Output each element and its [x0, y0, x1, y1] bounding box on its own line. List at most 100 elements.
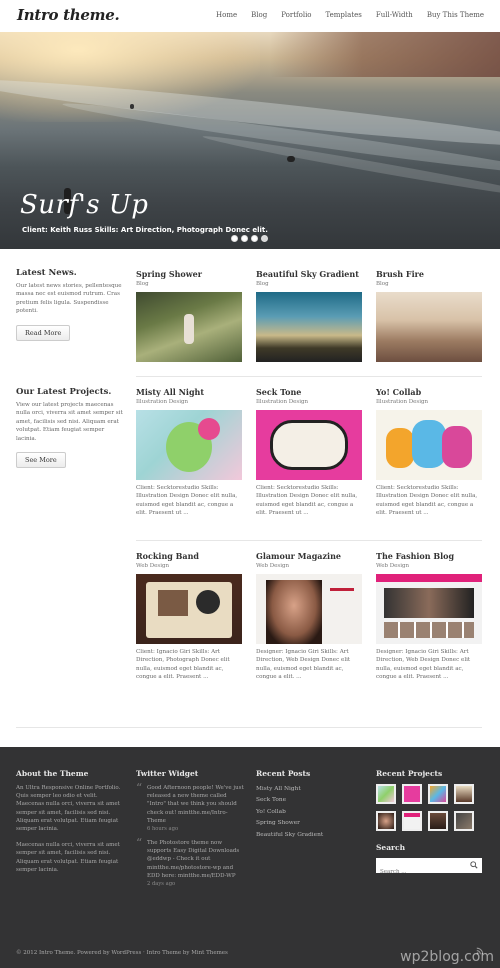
slider-dot-active[interactable]	[261, 235, 268, 242]
tweet-time[interactable]: 2 days ago	[147, 881, 246, 887]
card-excerpt: Client: Secktorestudio Skills: Illustrat…	[136, 485, 238, 516]
card-title[interactable]: Spring Shower	[136, 269, 242, 279]
card-title[interactable]: The Fashion Blog	[376, 551, 482, 561]
news-card[interactable]: Brush Fire Blog	[376, 269, 482, 362]
recent-post-link[interactable]: Misty All Night	[256, 784, 366, 795]
section-title: Latest News.	[16, 268, 77, 278]
project-card[interactable]: Seck Tone Illustration Design Client: Se…	[256, 387, 362, 517]
section-description: View our latest projects maecenas nulla …	[16, 402, 123, 442]
hero-surfer	[287, 156, 295, 162]
project-thumbnail[interactable]	[454, 811, 474, 831]
card-category[interactable]: Blog	[376, 281, 482, 287]
thumb-art	[196, 590, 220, 614]
site-header: Intro theme. Home Blog Portfolio Templat…	[0, 0, 500, 32]
nav-item-buy-theme[interactable]: Buy This Theme	[427, 11, 484, 19]
card-thumbnail[interactable]	[256, 410, 362, 480]
project-card[interactable]: Misty All Night Illustration Design Clie…	[136, 387, 242, 517]
project-thumbnail[interactable]	[428, 784, 448, 804]
section-divider	[136, 376, 482, 377]
nav-item-templates[interactable]: Templates	[326, 11, 362, 19]
recent-post-link[interactable]: Spring Shower	[256, 818, 366, 829]
tweet-time[interactable]: 6 hours ago	[147, 826, 246, 832]
search-icon[interactable]	[470, 861, 478, 869]
thumb-art	[198, 418, 220, 440]
card-thumbnail[interactable]	[136, 292, 242, 362]
news-card[interactable]: Beautiful Sky Gradient Blog	[256, 269, 362, 362]
hero-surfer	[130, 104, 134, 109]
hero-caption: Client: Keith Russ Skills: Art Direction…	[22, 226, 268, 234]
quote-icon: “	[136, 781, 143, 795]
project-thumbnail[interactable]	[428, 811, 448, 831]
project-card[interactable]: The Fashion Blog Web Design Designer: Ig…	[376, 551, 482, 681]
site-logo[interactable]: Intro theme.	[17, 6, 120, 24]
project-thumbnail[interactable]	[402, 811, 422, 831]
card-category[interactable]: Blog	[136, 281, 242, 287]
card-category[interactable]: Illustration Design	[136, 399, 242, 405]
footer-about-text: An Ultra Responsive Online Portfolio. Qu…	[16, 785, 121, 833]
read-more-button[interactable]: Read More	[16, 324, 71, 341]
project-thumbnail[interactable]	[402, 784, 422, 804]
card-thumbnail[interactable]	[136, 574, 242, 644]
project-card[interactable]: Yo! Collab Illustration Design Client: S…	[376, 387, 482, 517]
card-category[interactable]: Illustration Design	[376, 399, 482, 405]
project-card[interactable]: Rocking Band Web Design Client: Ignacio …	[136, 551, 242, 681]
card-title[interactable]: Yo! Collab	[376, 387, 482, 397]
recent-post-link[interactable]: Yo! Collab	[256, 807, 366, 818]
quote-icon: “	[136, 836, 143, 851]
card-thumbnail[interactable]	[256, 574, 362, 644]
thumb-art	[386, 428, 414, 468]
latest-news-intro: Latest News. Our latest news stories, pe…	[16, 268, 126, 341]
tweet: “ The Photostore theme now supports Easy…	[136, 836, 246, 887]
thumb-art	[270, 420, 348, 470]
card-title[interactable]: Seck Tone	[256, 387, 362, 397]
card-category[interactable]: Web Design	[256, 563, 362, 569]
card-excerpt: Client: Secktorestudio Skills: Illustrat…	[376, 485, 478, 516]
card-title[interactable]: Misty All Night	[136, 387, 242, 397]
nav-item-portfolio[interactable]: Portfolio	[281, 11, 311, 19]
see-more-button[interactable]: See More	[16, 452, 66, 469]
card-title[interactable]: Glamour Magazine	[256, 551, 362, 561]
card-thumbnail[interactable]	[376, 574, 482, 644]
recent-post-link[interactable]: Beautiful Sky Gradient	[256, 830, 366, 841]
footer-title: About the Theme	[16, 769, 89, 778]
card-title[interactable]: Beautiful Sky Gradient	[256, 269, 362, 279]
project-thumbnail[interactable]	[376, 811, 396, 831]
thumb-art	[330, 588, 354, 591]
slider-dot[interactable]	[231, 235, 238, 242]
recent-post-link[interactable]: Seck Tone	[256, 795, 366, 806]
footer-recent-projects: Recent Projects Search	[376, 769, 486, 880]
card-category[interactable]: Web Design	[376, 563, 482, 569]
card-category[interactable]: Illustration Design	[256, 399, 362, 405]
hero-town	[270, 32, 500, 77]
hero-slider[interactable]: Surf's Up Client: Keith Russ Skills: Art…	[0, 32, 500, 249]
recent-projects-grid	[376, 784, 486, 831]
nav-item-full-width[interactable]: Full-Width	[376, 11, 413, 19]
card-excerpt: Client: Secktorestudio Skills: Illustrat…	[256, 485, 358, 516]
tweet-text[interactable]: The Photostore theme now supports Easy D…	[147, 839, 246, 880]
nav-item-home[interactable]: Home	[216, 11, 237, 19]
card-title[interactable]: Rocking Band	[136, 551, 242, 561]
project-thumbnail[interactable]	[454, 784, 474, 804]
project-thumbnail[interactable]	[376, 784, 396, 804]
thumb-art	[384, 622, 474, 638]
card-category[interactable]: Blog	[256, 281, 362, 287]
card-excerpt: Client: Ignacio Giri Skills: Art Directi…	[136, 649, 230, 680]
card-thumbnail[interactable]	[376, 410, 482, 480]
card-thumbnail[interactable]	[256, 292, 362, 362]
footer-about: About the Theme An Ultra Responsive Onli…	[16, 769, 126, 874]
project-card[interactable]: Glamour Magazine Web Design Designer: Ig…	[256, 551, 362, 681]
card-excerpt: Designer: Ignacio Giri Skills: Art Direc…	[376, 649, 471, 680]
nav-item-blog[interactable]: Blog	[251, 11, 267, 19]
search-input[interactable]	[376, 864, 466, 880]
slider-dot[interactable]	[241, 235, 248, 242]
slider-dot[interactable]	[251, 235, 258, 242]
card-title[interactable]: Brush Fire	[376, 269, 482, 279]
footer-twitter: Twitter Widget “ Good Afternoon people! …	[136, 769, 246, 894]
card-thumbnail[interactable]	[376, 292, 482, 362]
site-footer: About the Theme An Ultra Responsive Onli…	[0, 747, 500, 968]
card-thumbnail[interactable]	[136, 410, 242, 480]
tweet-text[interactable]: Good Afternoon people! We've just releas…	[147, 784, 246, 825]
news-card[interactable]: Spring Shower Blog	[136, 269, 242, 362]
footer-recent-posts: Recent Posts Misty All Night Seck Tone Y…	[256, 769, 366, 841]
card-category[interactable]: Web Design	[136, 563, 242, 569]
